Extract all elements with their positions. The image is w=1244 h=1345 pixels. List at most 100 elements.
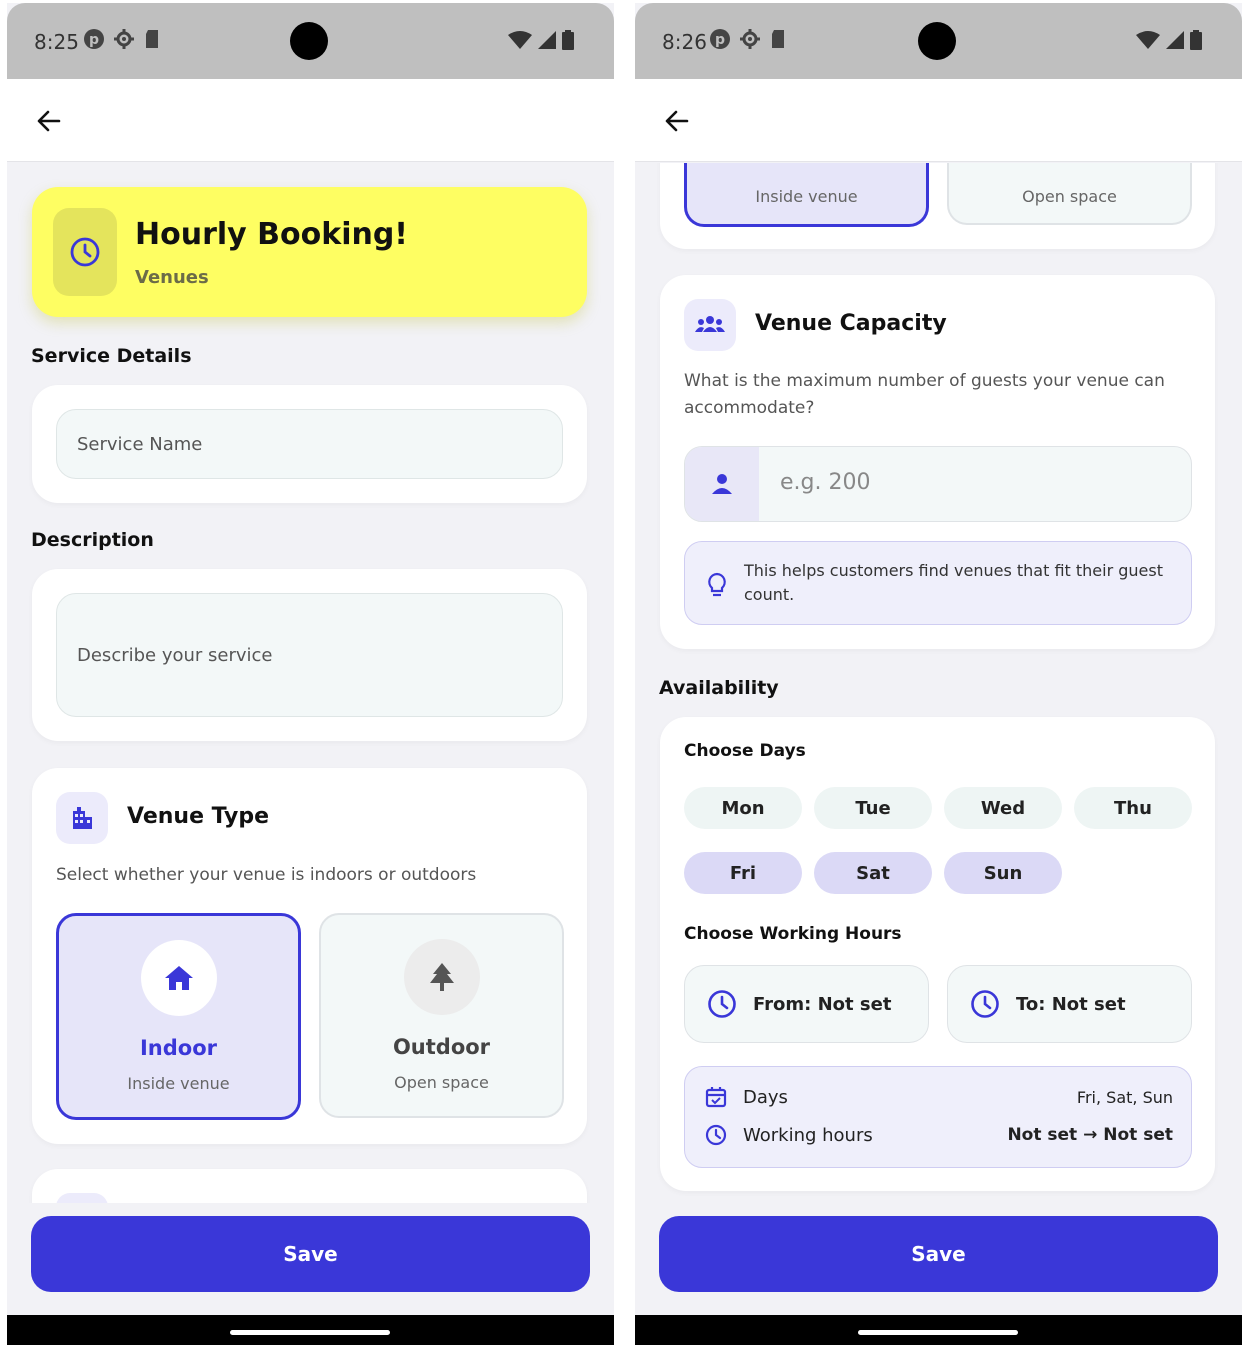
app-bar <box>635 79 1242 162</box>
service-name-placeholder: Service Name <box>77 433 203 455</box>
venue-capacity-description: What is the maximum number of guests you… <box>684 371 1165 418</box>
venue-type-heading: Venue Type <box>127 804 270 829</box>
camera-cutout <box>290 22 328 60</box>
lightbulb-icon <box>708 572 726 597</box>
availability-summary: Days Fri, Sat, Sun Working hours Not set… <box>684 1066 1192 1168</box>
capacity-tip-text: This helps customers find venues that fi… <box>744 561 1164 604</box>
availability-heading: Availability <box>659 677 779 699</box>
next-section-icon-chip <box>56 1193 108 1203</box>
clock-icon <box>970 989 1000 1019</box>
hero-subtitle: Venues <box>135 267 209 288</box>
app-bar <box>7 79 614 162</box>
choose-days-label: Choose Days <box>684 741 806 761</box>
pinterest-icon: p <box>84 29 104 49</box>
outdoor-title: Outdoor <box>392 1035 491 1059</box>
status-time: 8:25 <box>34 30 79 54</box>
status-time: 8:26 <box>662 30 707 54</box>
day-chip-mon[interactable]: Mon <box>684 787 802 829</box>
home-indicator[interactable] <box>230 1330 390 1335</box>
from-time-button[interactable]: From: Not set <box>684 965 929 1043</box>
hero-banner: Hourly Booking! Venues <box>32 187 587 317</box>
to-time-label: To: Not set <box>1016 993 1126 1015</box>
day-chip-thu[interactable]: Thu <box>1074 787 1192 829</box>
building-icon <box>73 807 92 829</box>
save-button[interactable]: Save <box>31 1216 590 1292</box>
calendar-icon <box>705 1087 727 1108</box>
indoor-option[interactable]: Indoor Inside venue <box>56 913 301 1120</box>
back-button[interactable] <box>659 103 695 139</box>
svg-text:p: p <box>89 32 99 48</box>
home-indicator[interactable] <box>858 1330 1018 1335</box>
hero-icon-box <box>53 208 117 296</box>
home-icon <box>164 966 193 990</box>
indoor-icon-circle <box>140 940 217 1016</box>
tree-icon <box>429 963 454 991</box>
outdoor-subtitle: Open space <box>1022 187 1117 206</box>
description-card: Describe your service <box>32 569 587 741</box>
venue-capacity-card: Venue Capacity What is the maximum numbe… <box>660 275 1215 649</box>
outdoor-option[interactable]: Open space <box>947 163 1192 225</box>
outdoor-option[interactable]: Outdoor Open space <box>319 913 564 1118</box>
service-details-heading: Service Details <box>31 345 192 367</box>
wifi-icon <box>508 31 532 49</box>
venue-type-description: Select whether your venue is indoors or … <box>56 865 477 885</box>
sd-card-icon <box>144 30 160 48</box>
description-placeholder: Describe your service <box>77 644 273 666</box>
venue-type-card: Venue Type Select whether your venue is … <box>32 768 587 1144</box>
clock-icon <box>70 237 100 267</box>
description-heading: Description <box>31 529 154 551</box>
wifi-icon <box>1136 31 1160 49</box>
availability-card: Choose Days Mon Tue Wed Thu Fri Sat Sun … <box>660 717 1215 1191</box>
day-chip-sun[interactable]: Sun <box>944 852 1062 894</box>
settings-icon <box>114 29 134 49</box>
day-chip-tue[interactable]: Tue <box>814 787 932 829</box>
day-chip-fri[interactable]: Fri <box>684 852 802 894</box>
person-icon-box <box>685 447 759 521</box>
description-textarea[interactable]: Describe your service <box>56 593 563 717</box>
outdoor-icon-circle <box>403 939 480 1015</box>
venue-capacity-heading: Venue Capacity <box>755 311 947 336</box>
day-chip-wed[interactable]: Wed <box>944 787 1062 829</box>
navigation-bar <box>7 1315 614 1345</box>
camera-cutout <box>918 22 956 60</box>
to-time-button[interactable]: To: Not set <box>947 965 1192 1043</box>
from-time-label: From: Not set <box>753 993 892 1015</box>
summary-hours-value: Not set → Not set <box>1007 1125 1173 1145</box>
indoor-title: Indoor <box>139 1036 217 1060</box>
signal-icon <box>538 31 556 49</box>
scroll-content[interactable]: Hourly Booking! Venues Service Details S… <box>7 163 614 1203</box>
scroll-content[interactable]: Inside venue Open space Venue Capacity W… <box>635 163 1242 1203</box>
phone-screen-left: 8:25 p Hourly Booking! Venues Service De… <box>7 3 614 1345</box>
signal-icon <box>1166 31 1184 49</box>
indoor-option[interactable]: Inside venue <box>684 163 929 227</box>
outdoor-subtitle: Open space <box>394 1073 489 1092</box>
battery-icon <box>562 30 574 50</box>
sd-card-icon <box>770 30 786 48</box>
groups-icon <box>695 316 725 332</box>
save-button[interactable]: Save <box>659 1216 1218 1292</box>
day-chip-sat[interactable]: Sat <box>814 852 932 894</box>
service-details-card: Service Name <box>32 385 587 503</box>
person-icon <box>712 474 732 494</box>
back-arrow-icon <box>37 110 61 132</box>
back-arrow-icon <box>665 110 689 132</box>
battery-icon <box>1190 30 1202 50</box>
summary-days-value: Fri, Sat, Sun <box>1076 1087 1173 1107</box>
venue-type-card-tail: Inside venue Open space <box>660 163 1215 249</box>
settings-icon <box>740 29 760 49</box>
summary-days-row: Days Fri, Sat, Sun <box>705 1083 1173 1111</box>
pinterest-icon: p <box>710 29 730 49</box>
service-name-input[interactable]: Service Name <box>56 409 563 479</box>
summary-hours-label: Working hours <box>743 1124 873 1146</box>
capacity-icon-chip <box>684 299 736 351</box>
back-button[interactable] <box>31 103 67 139</box>
navigation-bar <box>635 1315 1242 1345</box>
choose-hours-label: Choose Working Hours <box>684 924 902 944</box>
status-bar: 8:26 p <box>635 3 1242 79</box>
indoor-subtitle: Inside venue <box>127 1074 230 1093</box>
hero-title: Hourly Booking! <box>135 217 408 252</box>
venue-type-icon-chip <box>56 792 108 844</box>
clock-icon <box>705 1124 727 1146</box>
guest-count-placeholder: e.g. 200 <box>780 470 871 495</box>
guest-count-input[interactable]: e.g. 200 <box>684 446 1192 522</box>
